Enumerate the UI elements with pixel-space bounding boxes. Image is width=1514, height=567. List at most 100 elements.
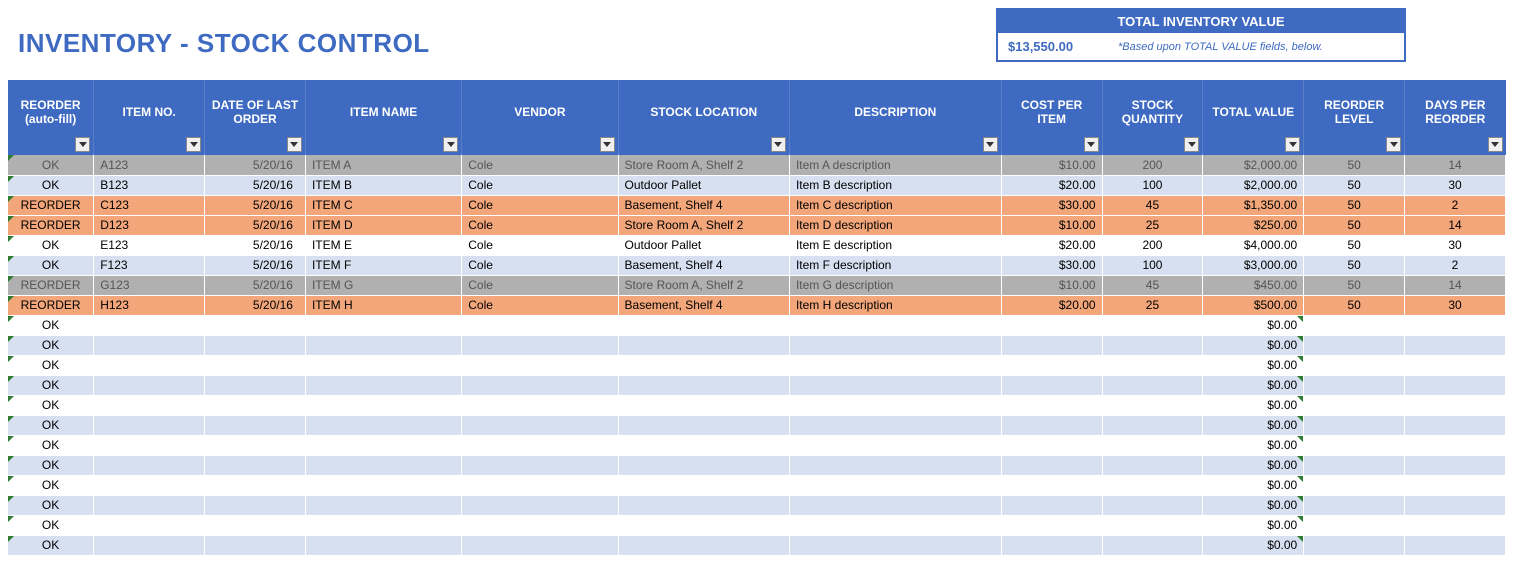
cell-level[interactable]: 50 [1304,155,1405,175]
cell-days[interactable] [1405,395,1506,415]
cell-total[interactable]: $0.00 [1203,455,1304,475]
cell-qty[interactable] [1102,515,1203,535]
cell-days[interactable]: 14 [1405,155,1506,175]
cell-name[interactable]: ITEM E [305,235,461,255]
filter-dropdown-icon[interactable] [287,137,302,152]
cell-description[interactable] [789,415,1001,435]
filter-dropdown-icon[interactable] [600,137,615,152]
cell-total[interactable]: $4,000.00 [1203,235,1304,255]
cell-total[interactable]: $0.00 [1203,335,1304,355]
table-row[interactable]: OK$0.00 [8,335,1506,355]
cell-cost[interactable] [1001,395,1102,415]
cell-days[interactable] [1405,495,1506,515]
cell-total[interactable]: $0.00 [1203,415,1304,435]
cell-level[interactable] [1304,375,1405,395]
cell-qty[interactable] [1102,495,1203,515]
filter-dropdown-icon[interactable] [983,137,998,152]
cell-vendor[interactable]: Cole [462,175,618,195]
table-row[interactable]: OK$0.00 [8,315,1506,335]
cell-location[interactable] [618,395,789,415]
cell-level[interactable] [1304,395,1405,415]
cell-description[interactable]: Item E description [789,235,1001,255]
cell-location[interactable]: Outdoor Pallet [618,175,789,195]
cell-itemno[interactable] [94,435,205,455]
cell-location[interactable]: Store Room A, Shelf 2 [618,215,789,235]
cell-location[interactable] [618,455,789,475]
header-name[interactable]: ITEM NAME [305,80,461,155]
cell-vendor[interactable] [462,495,618,515]
cell-name[interactable] [305,315,461,335]
cell-level[interactable] [1304,515,1405,535]
cell-name[interactable] [305,455,461,475]
cell-date[interactable]: 5/20/16 [205,255,306,275]
cell-level[interactable]: 50 [1304,235,1405,255]
cell-days[interactable]: 30 [1405,235,1506,255]
cell-days[interactable]: 2 [1405,255,1506,275]
cell-reorder[interactable]: OK [8,375,94,395]
header-level[interactable]: REORDER LEVEL [1304,80,1405,155]
cell-total[interactable]: $0.00 [1203,535,1304,555]
cell-vendor[interactable] [462,415,618,435]
cell-qty[interactable] [1102,475,1203,495]
cell-qty[interactable]: 45 [1102,275,1203,295]
cell-qty[interactable] [1102,335,1203,355]
cell-qty[interactable]: 200 [1102,235,1203,255]
cell-vendor[interactable]: Cole [462,195,618,215]
table-row[interactable]: OK$0.00 [8,435,1506,455]
cell-itemno[interactable]: E123 [94,235,205,255]
cell-name[interactable] [305,335,461,355]
cell-description[interactable] [789,535,1001,555]
cell-total[interactable]: $0.00 [1203,495,1304,515]
cell-qty[interactable]: 200 [1102,155,1203,175]
header-total[interactable]: TOTAL VALUE [1203,80,1304,155]
cell-name[interactable] [305,435,461,455]
table-row[interactable]: OK$0.00 [8,535,1506,555]
cell-description[interactable] [789,455,1001,475]
cell-description[interactable]: Item H description [789,295,1001,315]
cell-days[interactable] [1405,455,1506,475]
cell-date[interactable]: 5/20/16 [205,215,306,235]
cell-date[interactable]: 5/20/16 [205,295,306,315]
cell-reorder[interactable]: REORDER [8,275,94,295]
cell-level[interactable]: 50 [1304,255,1405,275]
cell-description[interactable]: Item C description [789,195,1001,215]
cell-name[interactable] [305,355,461,375]
cell-days[interactable]: 14 [1405,215,1506,235]
cell-total[interactable]: $0.00 [1203,375,1304,395]
cell-name[interactable] [305,515,461,535]
cell-vendor[interactable] [462,395,618,415]
cell-location[interactable]: Store Room A, Shelf 2 [618,155,789,175]
cell-vendor[interactable] [462,315,618,335]
cell-date[interactable] [205,375,306,395]
cell-vendor[interactable]: Cole [462,235,618,255]
cell-itemno[interactable]: F123 [94,255,205,275]
cell-qty[interactable] [1102,315,1203,335]
cell-total[interactable]: $0.00 [1203,395,1304,415]
cell-vendor[interactable] [462,375,618,395]
header-cost[interactable]: COST PER ITEM [1001,80,1102,155]
cell-cost[interactable] [1001,475,1102,495]
cell-date[interactable] [205,435,306,455]
cell-location[interactable]: Outdoor Pallet [618,235,789,255]
cell-qty[interactable] [1102,395,1203,415]
table-row[interactable]: OK$0.00 [8,395,1506,415]
cell-reorder[interactable]: OK [8,255,94,275]
cell-description[interactable] [789,355,1001,375]
cell-location[interactable] [618,315,789,335]
cell-cost[interactable] [1001,335,1102,355]
cell-date[interactable] [205,455,306,475]
cell-days[interactable] [1405,335,1506,355]
cell-level[interactable]: 50 [1304,195,1405,215]
cell-description[interactable] [789,515,1001,535]
cell-cost[interactable] [1001,455,1102,475]
cell-date[interactable]: 5/20/16 [205,235,306,255]
cell-name[interactable]: ITEM C [305,195,461,215]
cell-reorder[interactable]: OK [8,515,94,535]
cell-qty[interactable]: 100 [1102,255,1203,275]
cell-qty[interactable]: 25 [1102,295,1203,315]
cell-description[interactable] [789,475,1001,495]
cell-vendor[interactable] [462,435,618,455]
cell-description[interactable] [789,375,1001,395]
cell-cost[interactable] [1001,315,1102,335]
cell-location[interactable]: Basement, Shelf 4 [618,195,789,215]
